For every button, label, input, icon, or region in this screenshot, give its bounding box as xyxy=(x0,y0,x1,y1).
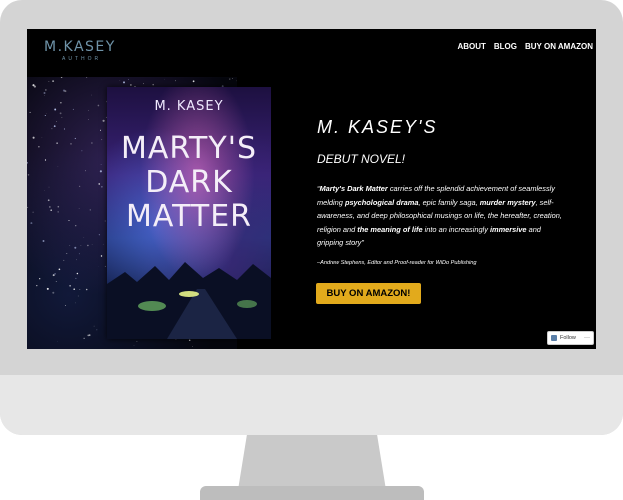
main-nav: ABOUT BLOG BUY ON AMAZON xyxy=(457,42,593,51)
hero-subtitle: DEBUT NOVEL! xyxy=(317,152,406,166)
follow-button[interactable]: Follow ··· xyxy=(547,331,594,345)
review-quote-part: psychological drama xyxy=(344,197,419,207)
hero-title: M. KASEY'S xyxy=(317,117,438,137)
review-quote-part: , epic family saga, xyxy=(418,197,480,207)
site-logo-tagline: AUTHOR xyxy=(62,56,102,62)
book-cover-title-line-1: MARTY'S xyxy=(120,131,257,166)
book-cover-author: M. KASEY xyxy=(154,99,224,114)
follow-label: Follow xyxy=(560,335,576,341)
site-logo[interactable]: M.KASEY xyxy=(44,39,116,55)
website-screen: M.KASEY AUTHOR ABOUT BLOG BUY ON AMAZON … xyxy=(27,29,596,349)
monitor-stand-base xyxy=(200,486,424,500)
review-quote-part: the meaning of life xyxy=(357,224,423,234)
nav-blog[interactable]: BLOG xyxy=(494,42,517,51)
book-cover-title-line-3: MATTER xyxy=(126,199,252,234)
review-quote-part: into an increasingly xyxy=(422,224,490,234)
review-quote-part: murder mystery xyxy=(479,197,536,207)
nav-about[interactable]: ABOUT xyxy=(457,42,485,51)
monitor-chin xyxy=(0,375,623,435)
review-quote-part: immersive xyxy=(489,224,527,234)
review-citation: –Andrew Stephens, Editor and Proof-reade… xyxy=(317,260,477,266)
book-cover-title-line-2: DARK xyxy=(145,165,233,200)
nav-buy-on-amazon[interactable]: BUY ON AMAZON xyxy=(525,42,593,51)
follow-icon xyxy=(551,335,557,341)
book-cover: M. KASEY MARTY'S DARK MATTER xyxy=(107,87,271,339)
more-options-icon[interactable]: ··· xyxy=(584,335,590,341)
buy-on-amazon-button[interactable]: BUY ON AMAZON! xyxy=(316,283,421,304)
book-cover-road-scene xyxy=(107,262,271,339)
review-quote: “Marty's Dark Matter carries off the spl… xyxy=(317,182,567,250)
monitor-stand-neck xyxy=(238,435,386,490)
review-quote-part: Marty's Dark Matter xyxy=(319,184,388,193)
